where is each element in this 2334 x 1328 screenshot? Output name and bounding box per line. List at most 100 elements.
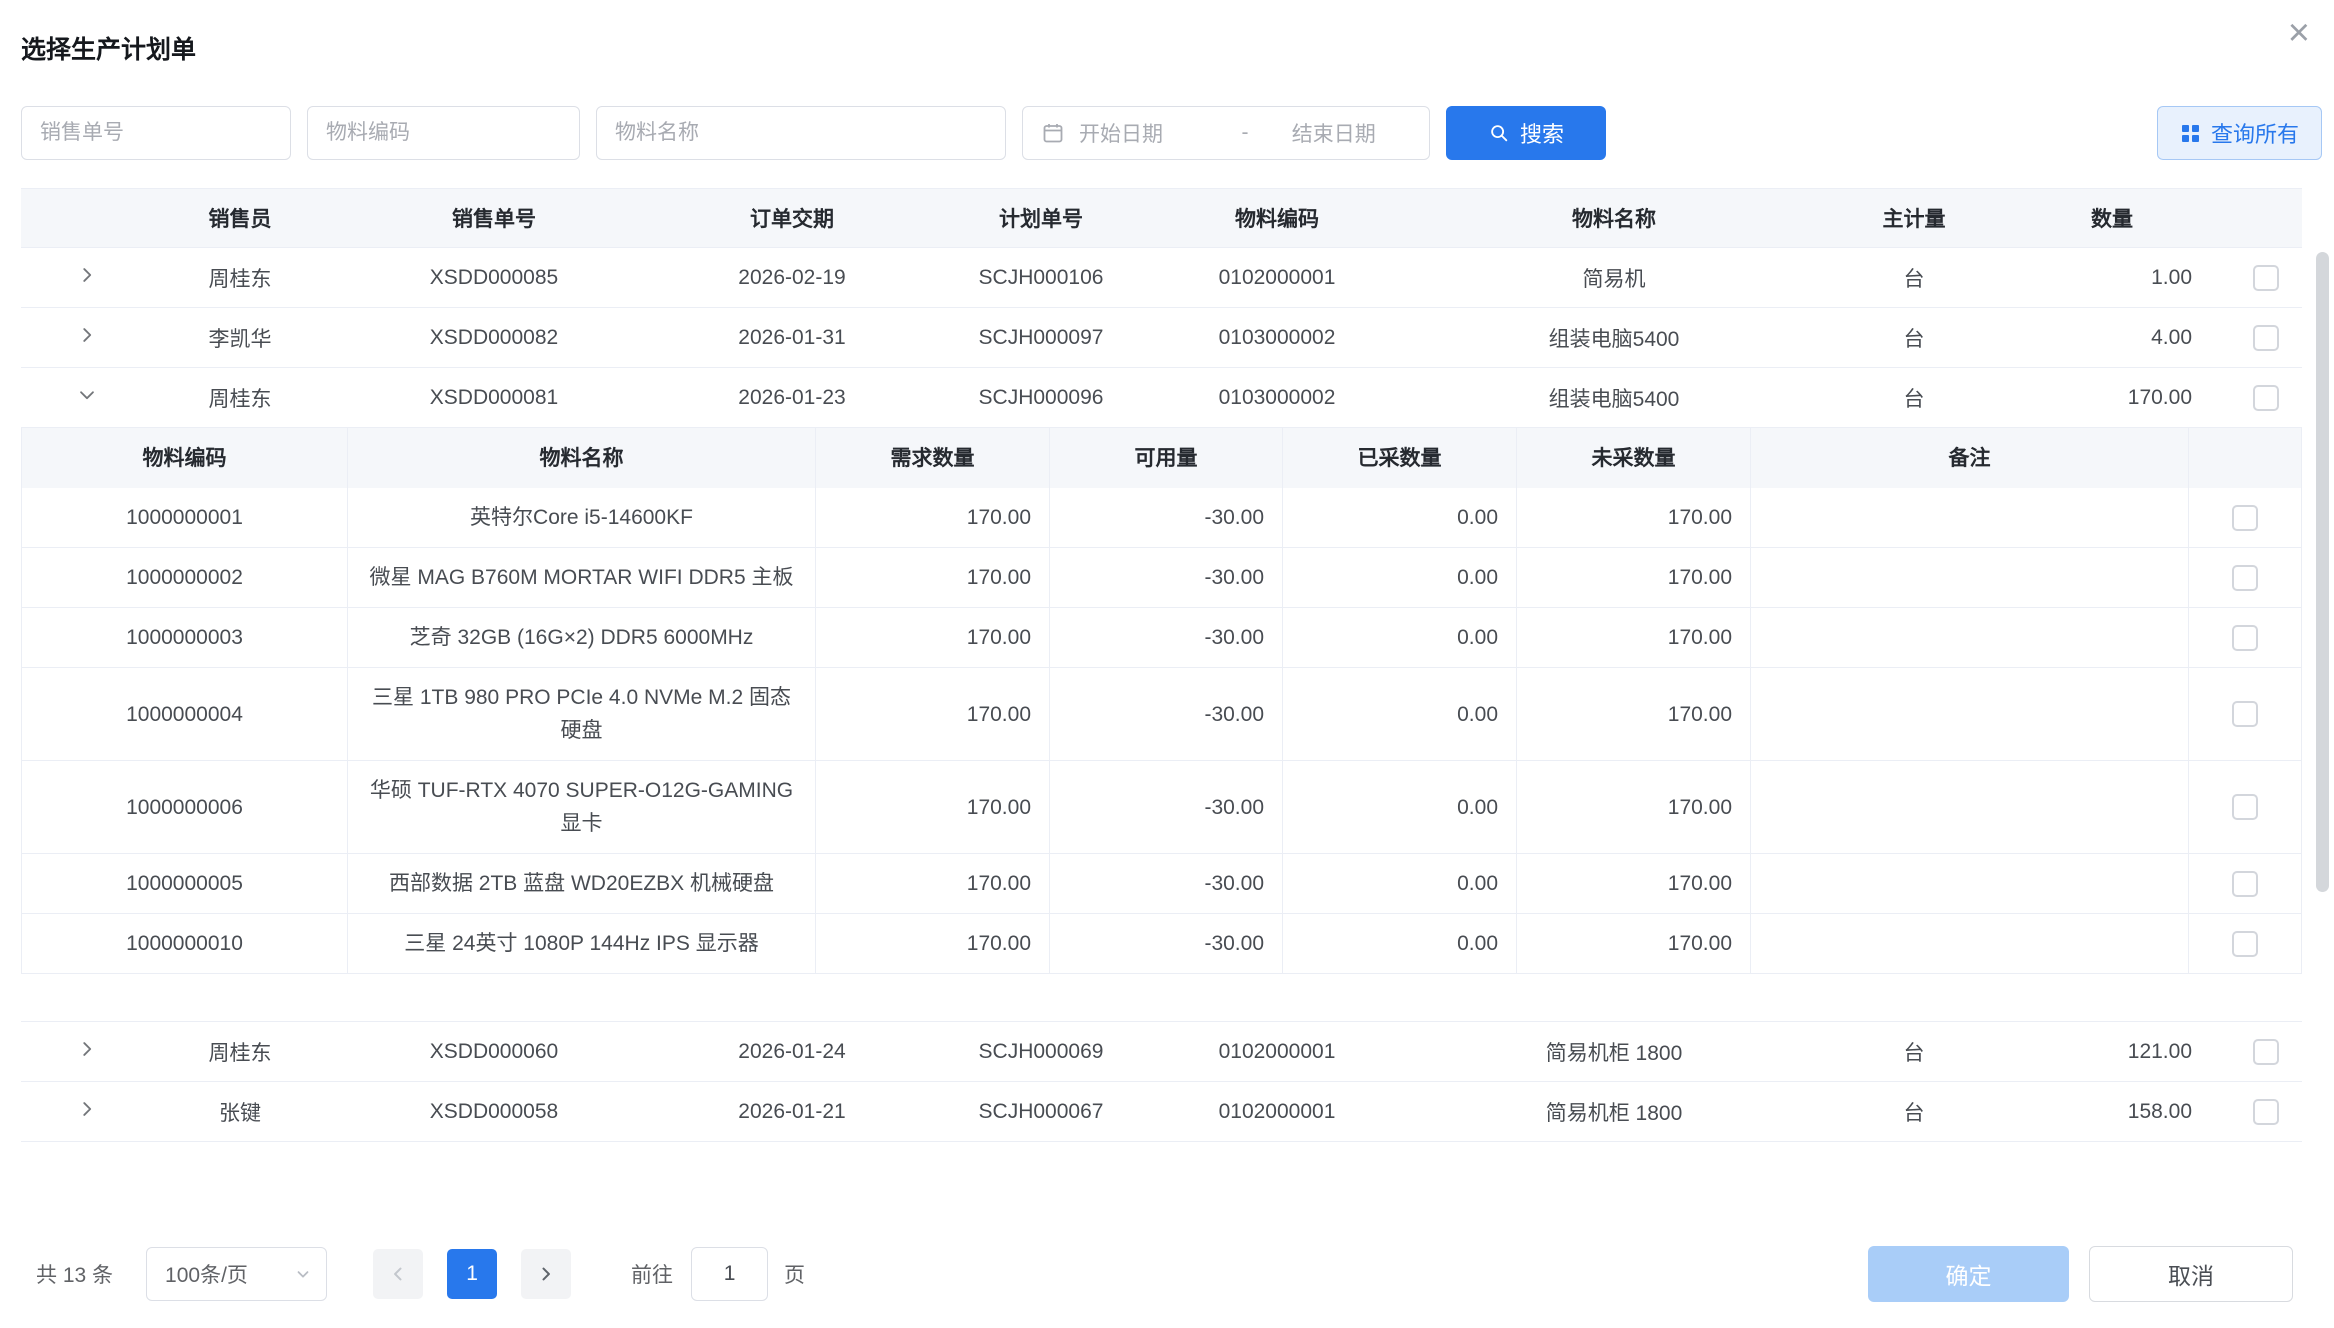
- sub-row-checkbox[interactable]: [2232, 794, 2258, 820]
- header-delivery-date: 订单交期: [661, 203, 923, 233]
- sub-cell-purchased-qty: 0.00: [1283, 488, 1517, 547]
- chevron-right-icon[interactable]: [76, 264, 98, 286]
- table-row[interactable]: 周桂东 XSDD000085 2026-02-19 SCJH000106 010…: [21, 248, 2302, 308]
- sales-order-input[interactable]: [21, 106, 291, 160]
- sub-cell-required-qty: 170.00: [816, 608, 1050, 667]
- sub-cell-available-qty: -30.00: [1050, 854, 1283, 913]
- row-checkbox[interactable]: [2253, 265, 2279, 291]
- row-checkbox[interactable]: [2253, 1039, 2279, 1065]
- confirm-button[interactable]: 确定: [1868, 1246, 2069, 1302]
- row-checkbox[interactable]: [2253, 1099, 2279, 1125]
- sub-cell-available-qty: -30.00: [1050, 488, 1283, 547]
- close-icon[interactable]: ×: [2288, 14, 2310, 52]
- cell-material-code: 0102000001: [1159, 1040, 1395, 1064]
- sub-cell-unpurchased-qty: 170.00: [1517, 548, 1751, 607]
- plan-table: 销售员 销售单号 订单交期 计划单号 物料编码 物料名称 主计量 数量 周桂东 …: [21, 188, 2302, 1142]
- sub-cell-material-code: 1000000005: [22, 854, 348, 913]
- cell-sales-order-no: XSDD000058: [327, 1100, 661, 1124]
- cell-sales-order-no: XSDD000081: [327, 386, 661, 410]
- sub-cell-remark: [1751, 548, 2189, 607]
- cell-unit: 台: [1833, 263, 1995, 293]
- header-quantity: 数量: [1995, 203, 2229, 233]
- date-range-picker[interactable]: 开始日期 - 结束日期: [1022, 106, 1430, 160]
- material-name-input[interactable]: [596, 106, 1006, 160]
- page-size-select[interactable]: 100条/页: [146, 1247, 327, 1301]
- sub-cell-available-qty: -30.00: [1050, 608, 1283, 667]
- sub-cell-material-name: 微星 MAG B760M MORTAR WIFI DDR5 主板: [348, 548, 816, 607]
- sub-table-row: 1000000001 英特尔Core i5-14600KF 170.00 -30…: [22, 488, 2301, 547]
- sub-cell-material-name: 西部数据 2TB 蓝盘 WD20EZBX 机械硬盘: [348, 854, 816, 913]
- table-row[interactable]: 周桂东 XSDD000060 2026-01-24 SCJH000069 010…: [21, 1022, 2302, 1082]
- cell-plan-no: SCJH000106: [923, 266, 1159, 290]
- chevron-down-icon[interactable]: [76, 384, 98, 406]
- sub-cell-material-name: 三星 1TB 980 PRO PCIe 4.0 NVMe M.2 固态硬盘: [348, 668, 816, 760]
- cell-delivery-date: 2026-01-24: [661, 1040, 923, 1064]
- cancel-button[interactable]: 取消: [2089, 1246, 2293, 1302]
- table-row[interactable]: 李凯华 XSDD000082 2026-01-31 SCJH000097 010…: [21, 308, 2302, 368]
- sub-row-checkbox[interactable]: [2232, 505, 2258, 531]
- cell-salesperson: 李凯华: [153, 323, 327, 353]
- main-table-header: 销售员 销售单号 订单交期 计划单号 物料编码 物料名称 主计量 数量: [21, 188, 2302, 248]
- goto-label: 前往: [631, 1259, 673, 1289]
- cell-material-code: 0103000002: [1159, 326, 1395, 350]
- sub-table-row: 1000000005 西部数据 2TB 蓝盘 WD20EZBX 机械硬盘 170…: [22, 853, 2301, 913]
- table-row[interactable]: 周桂东 XSDD000081 2026-01-23 SCJH000096 010…: [21, 368, 2302, 428]
- search-button-label: 搜索: [1520, 117, 1564, 149]
- sub-cell-required-qty: 170.00: [816, 761, 1050, 853]
- chevron-right-icon[interactable]: [76, 1038, 98, 1060]
- sub-row-checkbox[interactable]: [2232, 625, 2258, 651]
- date-separator: -: [1242, 121, 1249, 145]
- sub-row-checkbox[interactable]: [2232, 565, 2258, 591]
- page-size-value: 100条/页: [165, 1259, 248, 1289]
- sub-cell-remark: [1751, 668, 2189, 760]
- sub-header-material-code: 物料编码: [22, 428, 348, 488]
- row-checkbox[interactable]: [2253, 385, 2279, 411]
- sub-cell-material-code: 1000000004: [22, 668, 348, 760]
- chevron-down-icon: [294, 1265, 312, 1283]
- row-checkbox[interactable]: [2253, 325, 2279, 351]
- sub-cell-material-name: 三星 24英寸 1080P 144Hz IPS 显示器: [348, 914, 816, 973]
- cell-salesperson: 周桂东: [153, 263, 327, 293]
- cell-sales-order-no: XSDD000082: [327, 326, 661, 350]
- sub-cell-remark: [1751, 488, 2189, 547]
- filter-bar: 开始日期 - 结束日期 搜索 查询所有: [0, 106, 2334, 160]
- sub-cell-remark: [1751, 914, 2189, 973]
- cell-delivery-date: 2026-01-31: [661, 326, 923, 350]
- cell-salesperson: 周桂东: [153, 383, 327, 413]
- cell-plan-no: SCJH000096: [923, 386, 1159, 410]
- total-count-label: 共 13 条: [36, 1259, 113, 1289]
- cell-plan-no: SCJH000097: [923, 326, 1159, 350]
- sub-row-checkbox[interactable]: [2232, 701, 2258, 727]
- sub-cell-material-code: 1000000006: [22, 761, 348, 853]
- vertical-scrollbar[interactable]: [2316, 252, 2329, 892]
- material-code-input[interactable]: [307, 106, 580, 160]
- sub-cell-material-code: 1000000002: [22, 548, 348, 607]
- sub-cell-material-name: 华硕 TUF-RTX 4070 SUPER-O12G-GAMING 显卡: [348, 761, 816, 853]
- sub-row-checkbox[interactable]: [2232, 931, 2258, 957]
- chevron-right-icon[interactable]: [76, 324, 98, 346]
- chevron-right-icon[interactable]: [76, 1098, 98, 1120]
- sub-header-material-name: 物料名称: [348, 428, 816, 488]
- sub-table: 物料编码 物料名称 需求数量 可用量 已采数量 未采数量 备注 10000000…: [21, 428, 2302, 974]
- cell-delivery-date: 2026-01-21: [661, 1100, 923, 1124]
- sub-header-unpurchased-qty: 未采数量: [1517, 428, 1751, 488]
- date-start-placeholder: 开始日期: [1079, 118, 1234, 148]
- table-row[interactable]: 张键 XSDD000058 2026-01-21 SCJH000067 0102…: [21, 1082, 2302, 1142]
- header-salesperson: 销售员: [153, 203, 327, 233]
- search-button[interactable]: 搜索: [1446, 106, 1606, 160]
- cell-quantity: 4.00: [1995, 326, 2229, 350]
- goto-page-input[interactable]: [691, 1247, 768, 1301]
- page-number-1[interactable]: 1: [447, 1249, 497, 1299]
- modal-header: 选择生产计划单: [0, 0, 2334, 68]
- sub-row-checkbox[interactable]: [2232, 871, 2258, 897]
- sub-cell-purchased-qty: 0.00: [1283, 608, 1517, 667]
- sub-header-purchased-qty: 已采数量: [1283, 428, 1517, 488]
- sub-cell-purchased-qty: 0.00: [1283, 914, 1517, 973]
- cell-quantity: 121.00: [1995, 1040, 2229, 1064]
- prev-page-button[interactable]: [373, 1249, 423, 1299]
- query-all-button[interactable]: 查询所有: [2157, 106, 2322, 160]
- sub-cell-purchased-qty: 0.00: [1283, 548, 1517, 607]
- header-plan-no: 计划单号: [923, 203, 1159, 233]
- calendar-icon: [1041, 121, 1065, 145]
- next-page-button[interactable]: [521, 1249, 571, 1299]
